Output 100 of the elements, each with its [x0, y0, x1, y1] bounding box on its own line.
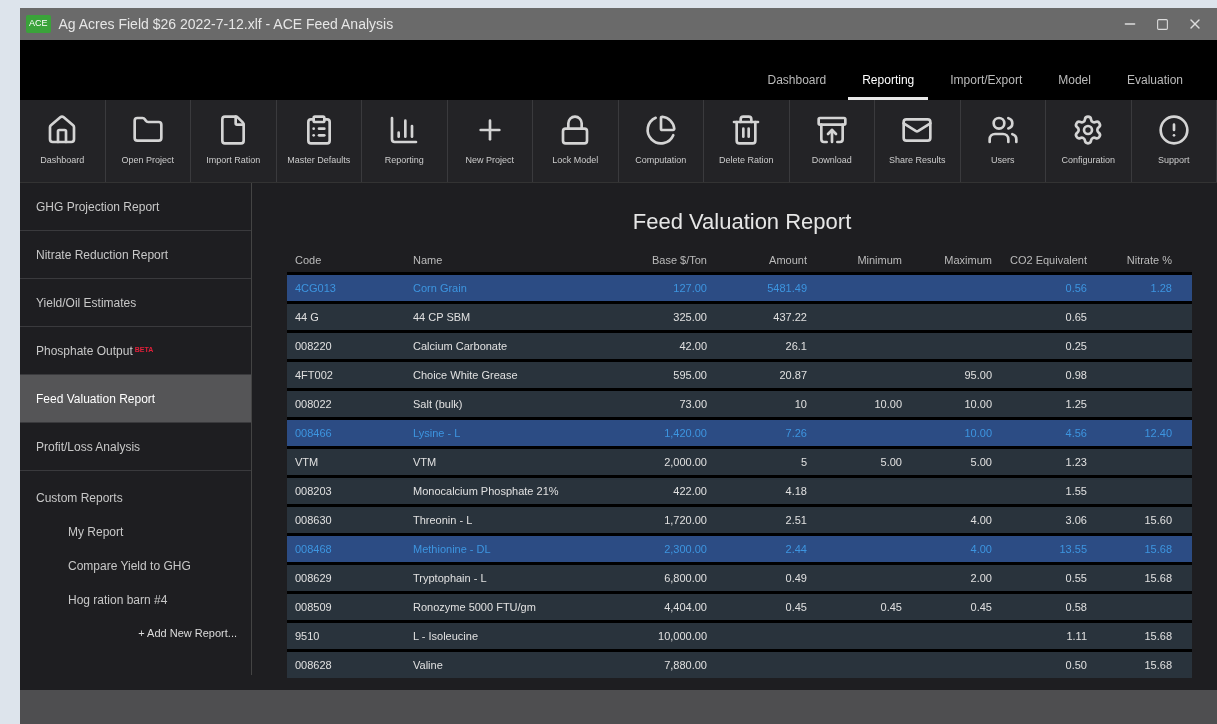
toolbar-button[interactable]: Delete Ration	[704, 100, 790, 182]
toolbar-button[interactable]: Configuration	[1046, 100, 1132, 182]
column-header: Minimum	[856, 252, 903, 268]
alert-icon	[1157, 114, 1190, 147]
table-cell: 008220	[295, 339, 332, 352]
table-cell: 7.26	[785, 426, 807, 439]
toolbar-button[interactable]: Dashboard	[20, 100, 106, 182]
table-cell: 4,404.00	[664, 600, 707, 613]
table-cell: L - Isoleucine	[413, 629, 479, 642]
toolbar-button[interactable]: Users	[960, 100, 1046, 182]
section-label: Custom Reports	[36, 490, 124, 507]
table-cell: 3.06	[1065, 513, 1087, 526]
table-cell: 0.55	[1065, 571, 1087, 584]
table-row[interactable]: 008628 Valine 7,880.00 0.50 15.68	[287, 652, 1192, 678]
table-cell: 008022	[295, 397, 332, 410]
table-cell: 4.56	[1065, 426, 1087, 439]
table-cell: 008466	[295, 426, 332, 439]
toolbar-button[interactable]: Reporting	[362, 100, 448, 182]
table-cell: 15.68	[1144, 542, 1172, 555]
table-cell: 008468	[295, 542, 332, 555]
toolbar-button[interactable]: Support	[1131, 100, 1217, 182]
table-cell: 1.28	[1150, 281, 1172, 294]
column-header: Name	[412, 252, 444, 268]
table-row[interactable]: 008022 Salt (bulk) 73.00 10 10.00 10.00 1.25	[287, 391, 1192, 417]
table-cell: 1,420.00	[664, 426, 707, 439]
table-cell: 008628	[295, 658, 332, 671]
pie-icon	[644, 114, 677, 147]
table-cell: VTM	[295, 455, 319, 468]
table-cell: 1.11	[1066, 629, 1087, 642]
table-cell: 1.23	[1065, 455, 1087, 468]
table-cell: 0.58	[1065, 600, 1087, 613]
table-cell: 008630	[295, 513, 332, 526]
table-cell: 0.45	[970, 600, 992, 613]
table-cell: 95.00	[964, 368, 992, 381]
table-row[interactable]: 4FT002 Choice White Grease 595.00 20.87 95.00 0.98	[287, 362, 1192, 388]
toolbar-button[interactable]: Open Project	[105, 100, 191, 182]
table-row[interactable]: 008220 Calcium Carbonate 42.00 26.1 0.25	[287, 333, 1192, 359]
table-row[interactable]: 008629 Tryptophain - L 6,800.00 0.49 2.00 0.55 15.68	[287, 565, 1192, 591]
table-cell: 1.25	[1065, 397, 1087, 410]
table-cell: 10.00	[964, 397, 992, 410]
table-cell: Corn Grain	[413, 281, 467, 294]
table-cell: 595.00	[673, 368, 707, 381]
app-logo: ACE	[26, 15, 51, 33]
table-row[interactable]: 008630 Threonin - L 1,720.00 2.51 4.00 3.06 15.60	[287, 507, 1192, 533]
table-row[interactable]: 9510 L - Isoleucine 10,000.00 1.11 15.68	[287, 623, 1192, 649]
column-header: Amount	[768, 252, 808, 268]
table-cell: 008629	[295, 571, 332, 584]
sidebar-item[interactable]: Nitrate Reduction Report	[20, 231, 251, 279]
table-cell: Threonin - L	[413, 513, 473, 526]
table-row[interactable]: 008509 Ronozyme 5000 FTU/gm 4,404.00 0.45 0.45 0.45 0.58	[287, 594, 1192, 620]
toolbar-button[interactable]: Share Results	[875, 100, 961, 182]
table-cell: 0.49	[785, 571, 807, 584]
nav-tab[interactable]: Dashboard	[753, 67, 841, 100]
nav-tab[interactable]: Evaluation	[1112, 67, 1197, 100]
table-cell: 422.00	[673, 484, 707, 497]
table-row[interactable]: 44 G 44 CP SBM 325.00 437.22 0.65	[287, 304, 1192, 330]
nav-tab[interactable]: Model	[1044, 67, 1105, 100]
table-cell: 10.00	[874, 397, 902, 410]
table-cell: 10,000.00	[658, 629, 707, 642]
sidebar-item[interactable]: Profit/Loss Analysis	[20, 423, 251, 471]
table-cell: 5481.49	[767, 281, 807, 294]
table-cell: 2,300.00	[664, 542, 707, 555]
table-cell: 15.68	[1144, 658, 1172, 671]
toolbar-button[interactable]: Lock Model	[533, 100, 619, 182]
table-cell: 0.50	[1065, 658, 1087, 671]
custom-report-link[interactable]: Compare Yield to GHG	[36, 557, 251, 575]
table-cell: 2.51	[785, 513, 807, 526]
sidebar-item[interactable]: GHG Projection Report	[20, 183, 251, 231]
toolbar-button[interactable]: Computation	[618, 100, 704, 182]
table-cell: 008203	[295, 484, 332, 497]
toolbar-button[interactable]: Download	[789, 100, 875, 182]
table-cell: VTM	[413, 455, 437, 468]
table-cell: Tryptophain - L	[413, 571, 487, 584]
table-cell: 26.1	[785, 339, 807, 352]
column-header: Nitrate %	[1125, 252, 1173, 268]
table-cell: 15.60	[1144, 513, 1172, 526]
add-report-button[interactable]: + Add New Report...	[138, 625, 251, 642]
table-row[interactable]: VTM VTM 2,000.00 5 5.00 5.00 1.23	[287, 449, 1192, 475]
table-cell: 5	[800, 455, 807, 468]
toolbar-button[interactable]: Import Ration	[191, 100, 277, 182]
table-cell: 1,720.00	[664, 513, 707, 526]
toolbar-button[interactable]: New Project	[447, 100, 533, 182]
table-cell: Ronozyme 5000 FTU/gm	[413, 600, 536, 613]
table-cell: 0.45	[785, 600, 807, 613]
table-cell: 10.00	[964, 426, 992, 439]
table-cell: 1.55	[1065, 484, 1087, 497]
sidebar-item[interactable]: Feed Valuation Report	[20, 375, 251, 423]
table-cell: 10	[794, 397, 807, 410]
table-cell: 4.00	[970, 513, 992, 526]
toolbar-button[interactable]: Master Defaults	[276, 100, 362, 182]
table-cell: Choice White Grease	[413, 368, 518, 381]
table-cell: Lysine - L	[413, 426, 461, 439]
nav-tab[interactable]: Import/Export	[936, 67, 1037, 100]
table-cell: 6,800.00	[664, 571, 707, 584]
maximize-icon[interactable]	[1156, 17, 1169, 31]
sidebar-item[interactable]: Yield/Oil Estimates	[20, 279, 251, 327]
custom-report-link[interactable]: Hog ration barn #4	[36, 591, 251, 609]
table-cell: 437.22	[773, 310, 807, 323]
custom-report-link[interactable]: My Report	[36, 523, 251, 541]
table-row[interactable]: 008203 Monocalcium Phosphate 21% 422.00 4.18 1.55	[287, 478, 1192, 504]
